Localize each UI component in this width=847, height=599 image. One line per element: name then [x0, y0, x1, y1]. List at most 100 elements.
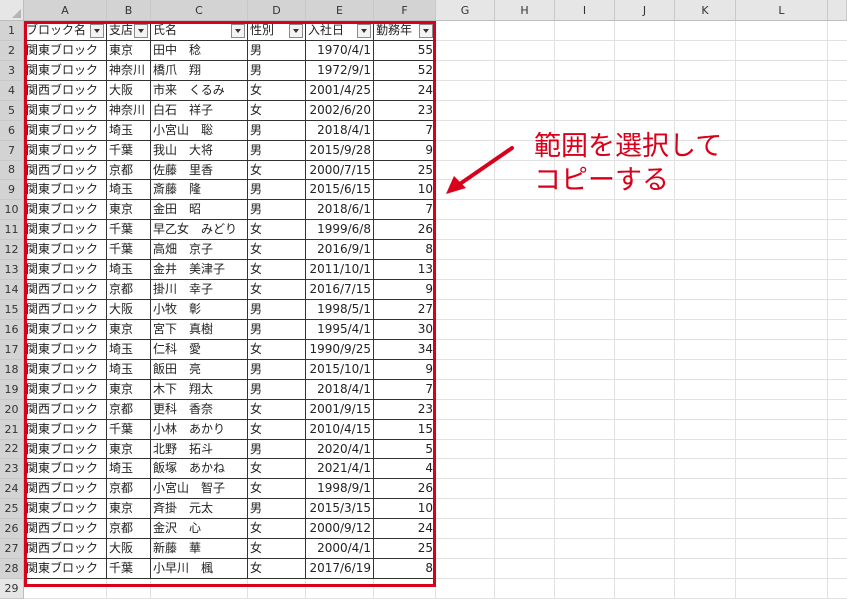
table-cell[interactable]: 男	[248, 200, 306, 221]
table-cell[interactable]: 関東ブロック	[24, 240, 107, 261]
filter-dropdown-icon[interactable]	[419, 24, 433, 38]
table-cell[interactable]: 男	[248, 140, 306, 161]
table-cell[interactable]: 斉掛 元太	[151, 499, 248, 520]
table-cell[interactable]: 京都	[107, 399, 151, 420]
header-cell[interactable]: 氏名	[151, 21, 248, 41]
table-cell[interactable]: 関東ブロック	[24, 100, 107, 121]
table-cell[interactable]: 2018/4/1	[306, 379, 374, 400]
row-header-8[interactable]: 8	[0, 160, 24, 181]
table-cell[interactable]: 我山 大将	[151, 140, 248, 161]
table-cell[interactable]: 大阪	[107, 300, 151, 320]
table-cell[interactable]: 関東ブロック	[24, 419, 107, 440]
table-cell[interactable]: 北野 拓斗	[151, 439, 248, 460]
row-header-13[interactable]: 13	[0, 260, 24, 281]
table-cell[interactable]: 千葉	[107, 140, 151, 161]
table-cell[interactable]: 2020/4/1	[306, 439, 374, 460]
table-cell[interactable]: 関西ブロック	[24, 300, 107, 320]
table-cell[interactable]: 東京	[107, 200, 151, 221]
table-cell[interactable]: 2010/4/15	[306, 419, 374, 440]
table-cell[interactable]: 関東ブロック	[24, 359, 107, 380]
table-cell[interactable]: 関東ブロック	[24, 260, 107, 281]
table-cell[interactable]: 小牧 彰	[151, 300, 248, 320]
table-cell[interactable]: 埼玉	[107, 260, 151, 281]
filter-dropdown-icon[interactable]	[231, 24, 245, 38]
table-cell[interactable]: 男	[248, 359, 306, 380]
table-cell[interactable]: 飯塚 あかね	[151, 459, 248, 480]
table-cell[interactable]: 8	[374, 240, 436, 261]
table-cell[interactable]: 関西ブロック	[24, 80, 107, 101]
table-cell[interactable]: 15	[374, 419, 436, 440]
spreadsheet-grid[interactable]: ABCDEFGHIJKL 1 2 3 4 5 6 7 8 9 10 11 12 13 14 15 16 17 18…	[0, 0, 847, 599]
table-cell[interactable]: 関東ブロック	[24, 499, 107, 520]
table-cell[interactable]: 関東ブロック	[24, 319, 107, 340]
table-cell[interactable]: 関東ブロック	[24, 220, 107, 241]
header-cell[interactable]: 支店	[107, 21, 151, 41]
table-cell[interactable]: 関東ブロック	[24, 40, 107, 61]
table-cell[interactable]: 24	[374, 519, 436, 540]
table-cell[interactable]: 女	[248, 339, 306, 360]
table-cell[interactable]: 2015/10/1	[306, 359, 374, 380]
table-cell[interactable]: 田中 稔	[151, 40, 248, 61]
row-header-2[interactable]: 2	[0, 40, 24, 61]
table-cell[interactable]: 京都	[107, 160, 151, 181]
table-cell[interactable]: 30	[374, 319, 436, 340]
row-header-3[interactable]: 3	[0, 60, 24, 81]
table-cell[interactable]: 宮下 真樹	[151, 319, 248, 340]
table-cell[interactable]: 小早川 楓	[151, 559, 248, 580]
table-cell[interactable]: 女	[248, 240, 306, 261]
table-cell[interactable]: 木下 翔太	[151, 379, 248, 400]
table-cell[interactable]: 白石 祥子	[151, 100, 248, 121]
table-cell[interactable]: 2002/6/20	[306, 100, 374, 121]
table-cell[interactable]: 仁科 愛	[151, 339, 248, 360]
table-cell[interactable]: 千葉	[107, 419, 151, 440]
table-cell[interactable]: 金井 美津子	[151, 260, 248, 281]
table-cell[interactable]: 7	[374, 200, 436, 221]
table-cell[interactable]: 小宮山 智子	[151, 479, 248, 500]
table-cell[interactable]: 2016/7/15	[306, 280, 374, 300]
table-cell[interactable]: 男	[248, 180, 306, 201]
column-header-e[interactable]: E	[306, 0, 374, 21]
table-cell[interactable]: 埼玉	[107, 180, 151, 201]
table-cell[interactable]: 10	[374, 499, 436, 520]
table-cell[interactable]: 男	[248, 40, 306, 61]
table-cell[interactable]: 9	[374, 140, 436, 161]
column-header-k[interactable]: K	[675, 0, 736, 21]
table-cell[interactable]: 女	[248, 419, 306, 440]
row-header-19[interactable]: 19	[0, 379, 24, 400]
table-cell[interactable]: 男	[248, 300, 306, 320]
row-header-20[interactable]: 20	[0, 399, 24, 420]
table-cell[interactable]: 女	[248, 559, 306, 580]
table-cell[interactable]: 5	[374, 439, 436, 460]
table-cell[interactable]: 男	[248, 319, 306, 340]
table-cell[interactable]: 7	[374, 379, 436, 400]
table-cell[interactable]: 新藤 華	[151, 539, 248, 560]
table-cell[interactable]: 男	[248, 60, 306, 81]
table-cell[interactable]: 9	[374, 280, 436, 300]
table-cell[interactable]: 女	[248, 80, 306, 101]
row-header-25[interactable]: 25	[0, 499, 24, 520]
filter-dropdown-icon[interactable]	[357, 24, 371, 38]
table-cell[interactable]: 千葉	[107, 220, 151, 241]
table-cell[interactable]: 関東ブロック	[24, 459, 107, 480]
table-cell[interactable]: 埼玉	[107, 120, 151, 141]
table-cell[interactable]: 大阪	[107, 80, 151, 101]
table-cell[interactable]: 女	[248, 539, 306, 560]
table-cell[interactable]: 高畑 京子	[151, 240, 248, 261]
table-cell[interactable]: 2011/10/1	[306, 260, 374, 281]
column-header-j[interactable]: J	[615, 0, 675, 21]
column-header-a[interactable]: A	[24, 0, 107, 21]
table-cell[interactable]: 東京	[107, 499, 151, 520]
table-cell[interactable]: 女	[248, 399, 306, 420]
table-cell[interactable]: 2000/7/15	[306, 160, 374, 181]
table-cell[interactable]: 橋爪 翔	[151, 60, 248, 81]
table-cell[interactable]: 25	[374, 160, 436, 181]
header-cell[interactable]: 性別	[248, 21, 306, 41]
table-cell[interactable]: 京都	[107, 519, 151, 540]
row-header-9[interactable]: 9	[0, 180, 24, 201]
table-cell[interactable]: 23	[374, 100, 436, 121]
row-header-15[interactable]: 15	[0, 300, 24, 320]
table-cell[interactable]: 女	[248, 160, 306, 181]
row-header-28[interactable]: 28	[0, 559, 24, 580]
table-cell[interactable]: 52	[374, 60, 436, 81]
row-header-11[interactable]: 11	[0, 220, 24, 241]
